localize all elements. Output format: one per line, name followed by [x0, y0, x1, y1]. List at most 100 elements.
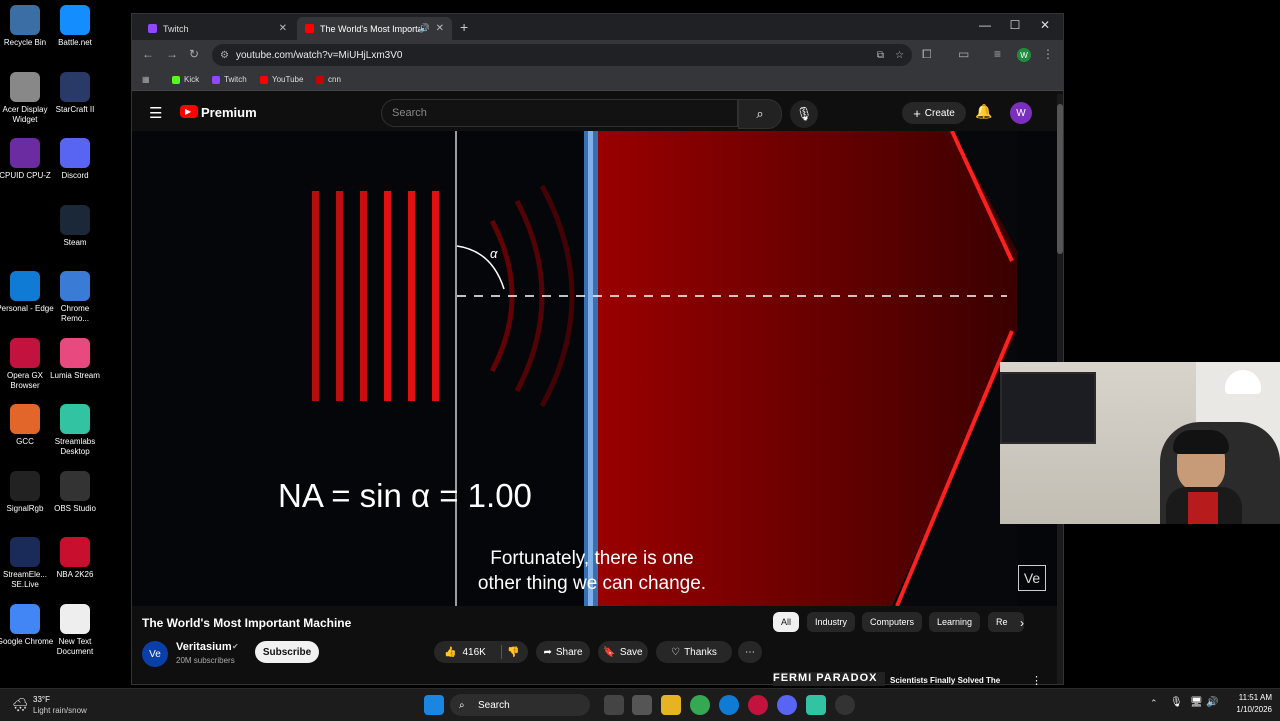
weather-desc[interactable]: Light rain/snow — [33, 706, 87, 715]
network-icon[interactable]: 🖥 — [1190, 697, 1203, 708]
app-icon — [60, 138, 90, 168]
bookmark-twitch[interactable]: Twitch — [212, 75, 247, 84]
star-icon[interactable]: ☆ — [895, 50, 904, 61]
app-icon — [10, 5, 40, 35]
speaker-icon[interactable]: 🔊 — [419, 23, 430, 34]
chrome-icon[interactable] — [690, 695, 710, 715]
streamlabs-icon[interactable] — [806, 695, 826, 715]
bookmark-youtube[interactable]: YouTube — [260, 75, 303, 84]
widgets-icon[interactable] — [632, 695, 652, 715]
desktop-icon[interactable]: Battle.net — [46, 5, 104, 48]
youtube-header: ☰ ▶ Premium Search ⌕ 🎙 + Create 🔔 W — [132, 94, 1057, 132]
tab-youtube[interactable]: The World's Most Importan 🔊 ✕ — [297, 17, 452, 40]
address-bar[interactable]: ⚙ youtube.com/watch?v=MiUHjLxm3V0 ⧉ ☆ — [212, 44, 912, 66]
recommended-title[interactable]: Scientists Finally Solved The Fermi Para… — [890, 675, 1020, 687]
video-player[interactable]: α NA = sin α = 1.00 Fortunately, there i… — [132, 131, 1057, 606]
desktop-icon[interactable]: New Text Document — [46, 603, 104, 657]
chevron-right-icon[interactable]: › — [1020, 616, 1024, 630]
chip-industry[interactable]: Industry — [807, 612, 856, 632]
close-window-button[interactable]: ✕ — [1030, 18, 1060, 32]
start-button[interactable] — [424, 695, 444, 715]
taskbar-search[interactable]: ⌕ Search — [450, 694, 590, 716]
close-icon[interactable]: ✕ — [279, 23, 287, 34]
maximize-button[interactable]: ☐ — [1000, 18, 1030, 32]
kick-icon — [172, 75, 180, 84]
bookmark-kick[interactable]: Kick — [172, 75, 199, 84]
edge-icon[interactable] — [719, 695, 739, 715]
back-icon[interactable]: ← — [142, 47, 154, 61]
install-icon[interactable]: ⧉ — [877, 50, 884, 61]
app-icon — [10, 404, 40, 434]
save-button[interactable]: 🔖 Save — [598, 641, 648, 663]
microphone-icon[interactable]: 🎙 — [790, 100, 818, 128]
desktop-icon[interactable]: OBS Studio — [46, 470, 104, 514]
reload-icon[interactable]: ↻ — [189, 47, 199, 61]
url-text: youtube.com/watch?v=MiUHjLxm3V0 — [236, 49, 403, 61]
share-button[interactable]: ➦ Share — [536, 641, 590, 663]
like-count[interactable]: 416K — [462, 647, 485, 658]
channel-name[interactable]: Veritasium — [176, 641, 232, 653]
search-icon: ⌕ — [459, 699, 465, 711]
file-explorer-icon[interactable] — [661, 695, 681, 715]
clock-date[interactable]: 1/10/2026 — [1228, 705, 1272, 714]
desktop-icon[interactable]: Discord — [46, 138, 104, 181]
volume-icon[interactable]: 🔊 — [1206, 697, 1218, 708]
chip-more[interactable]: Re — [988, 612, 1024, 632]
tab-search-icon[interactable]: ≡ — [994, 47, 1001, 61]
desktop-icon[interactable]: Lumia Stream — [46, 337, 104, 381]
subscribe-button[interactable]: Subscribe — [255, 641, 319, 663]
sidepanel-icon[interactable]: ▭ — [958, 47, 969, 61]
opera-gx-icon[interactable] — [748, 695, 768, 715]
account-avatar[interactable]: W — [1010, 102, 1032, 124]
close-icon[interactable]: ✕ — [436, 23, 444, 34]
desktop-icon[interactable]: Steam — [46, 204, 104, 248]
desktop-icon[interactable]: StarCraft II — [46, 71, 104, 115]
minimize-button[interactable]: — — [970, 18, 1000, 32]
new-tab-button[interactable]: + — [460, 19, 468, 35]
discord-icon[interactable] — [777, 695, 797, 715]
desktop-icon-label: Streamlabs Desktop — [54, 437, 96, 456]
hamburger-icon[interactable]: ☰ — [149, 104, 162, 122]
desktop-icon[interactable]: Streamlabs Desktop — [46, 404, 104, 457]
search-button[interactable]: ⌕ — [738, 99, 782, 129]
dislike-icon[interactable]: 👎 — [507, 647, 519, 658]
site-info-icon[interactable]: ⚙ — [220, 50, 229, 61]
search-input[interactable]: Search — [381, 99, 738, 127]
forward-icon[interactable]: → — [166, 47, 178, 61]
app-icon — [10, 71, 40, 102]
desktop-icon[interactable]: Chrome Remo... — [46, 271, 104, 324]
bell-icon[interactable]: 🔔 — [975, 103, 992, 120]
tab-twitch[interactable]: Twitch ✕ — [140, 17, 295, 40]
like-icon[interactable]: 👍 — [444, 647, 456, 658]
chip-all[interactable]: All — [773, 612, 800, 632]
more-options-icon[interactable]: ⋮ — [1031, 674, 1042, 687]
desktop-icon-label: Battle.net — [58, 38, 92, 47]
obs-icon[interactable] — [835, 695, 855, 715]
chip-learning[interactable]: Learning — [929, 612, 981, 632]
clock-time[interactable]: 11:51 AM — [1228, 693, 1272, 702]
mic-tray-icon[interactable]: 🎙 — [1170, 697, 1183, 708]
chevron-up-icon[interactable]: ⌃ — [1150, 698, 1158, 709]
channel-watermark[interactable]: Ve — [1018, 565, 1046, 591]
profile-avatar[interactable]: W — [1017, 48, 1031, 62]
premium-logo[interactable]: Premium — [201, 105, 257, 120]
extensions-icon[interactable]: ⧠ — [922, 47, 932, 62]
menu-icon[interactable]: ⋮ — [1042, 47, 1054, 61]
create-button[interactable]: + Create — [902, 102, 966, 124]
thanks-button[interactable]: ♡ Thanks — [656, 641, 732, 663]
bookmark-cnn[interactable]: cnn — [316, 75, 341, 84]
search-icon: ⌕ — [756, 106, 764, 121]
youtube-icon — [305, 24, 314, 33]
chip-computers[interactable]: Computers — [862, 612, 923, 632]
weather-temp[interactable]: 33°F — [33, 695, 50, 704]
weather-icon[interactable]: 🌨 — [12, 697, 29, 713]
more-actions-button[interactable]: ⋯ — [738, 641, 762, 663]
recommended-thumbnail[interactable]: FERMI PARADOX — [773, 672, 885, 686]
bookmark-icon: 🔖 — [603, 646, 616, 658]
desktop-icon[interactable]: NBA 2K26 — [46, 537, 104, 580]
tv-screen — [1000, 372, 1096, 444]
apps-icon[interactable]: ▦ — [142, 75, 150, 84]
desktop-icon-label: StarCraft II — [55, 104, 95, 114]
channel-avatar[interactable]: Ve — [142, 641, 168, 667]
task-view-icon[interactable] — [604, 695, 624, 715]
